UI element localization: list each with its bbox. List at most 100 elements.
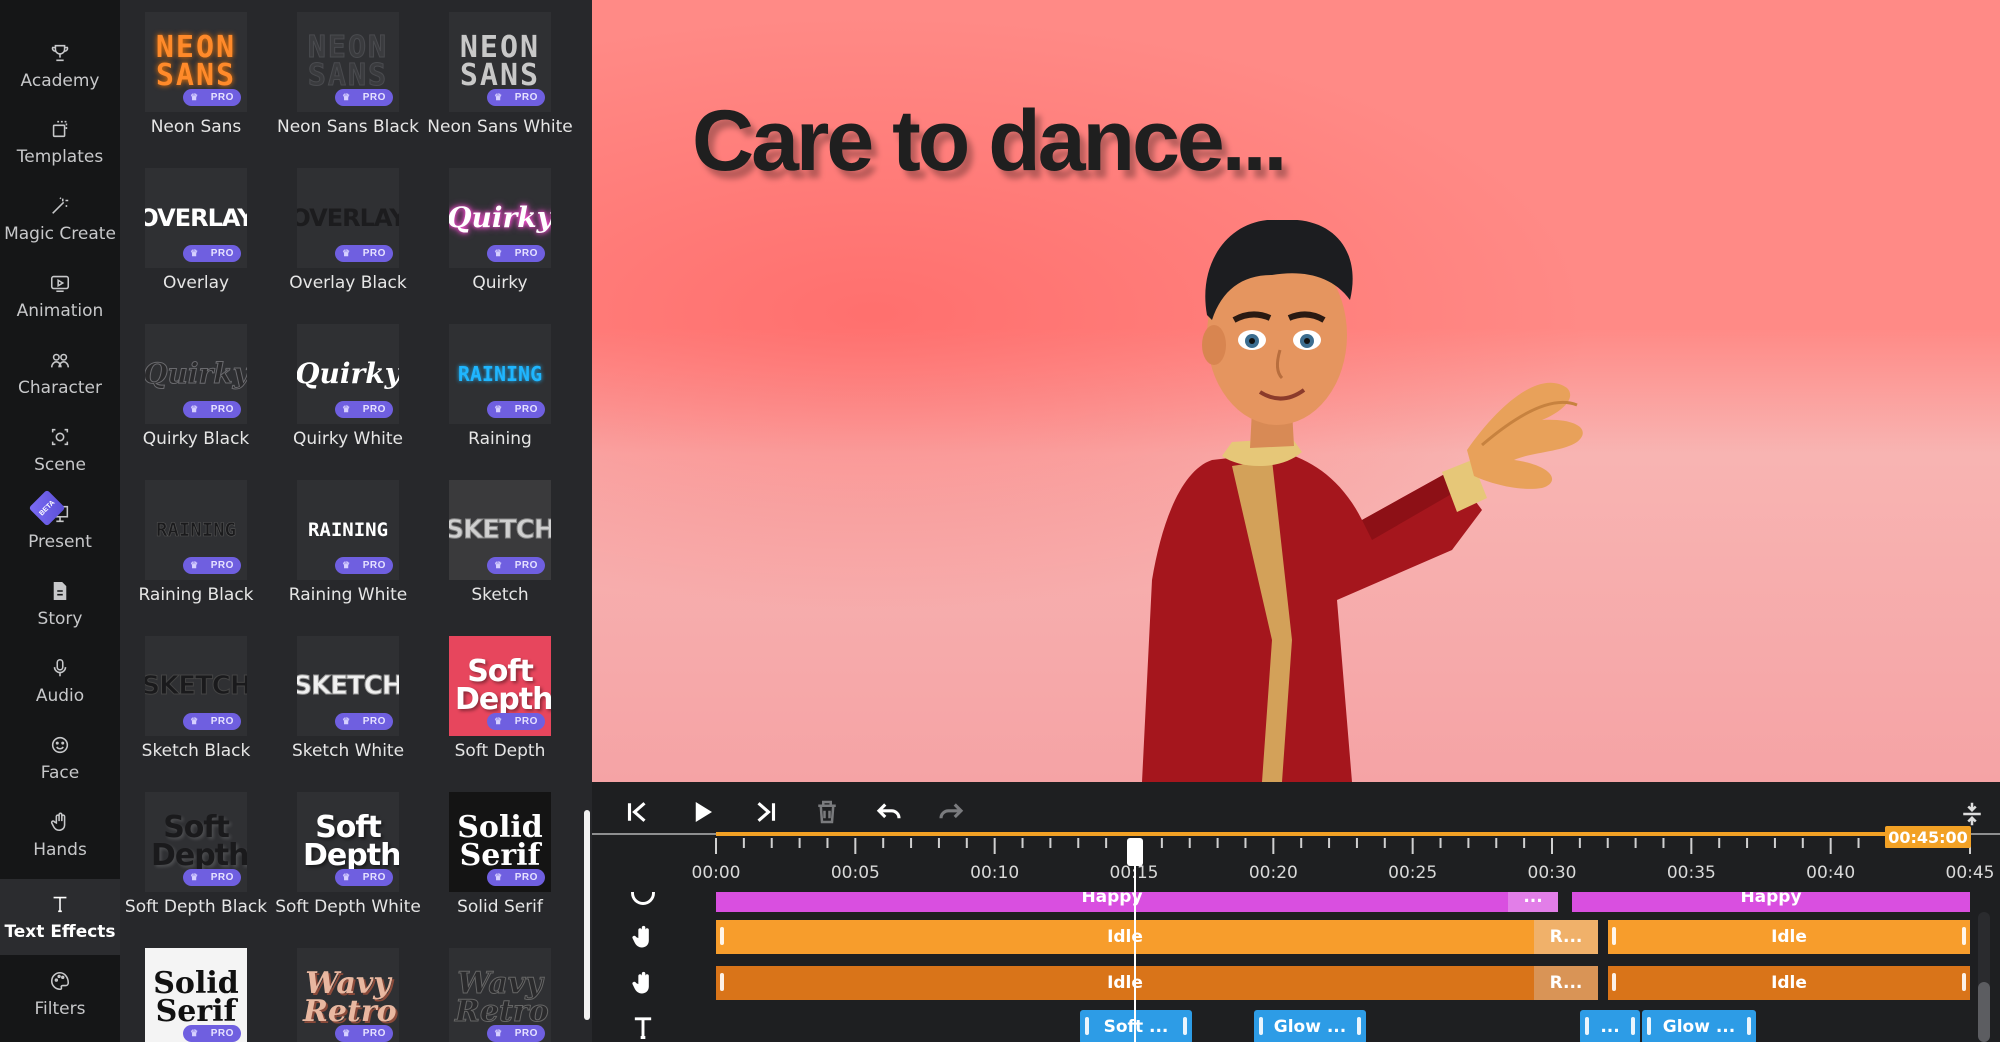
nav-magic-create[interactable]: Magic Create [0,181,120,257]
hand-clip[interactable]: R... [1534,966,1598,1000]
hand-clip[interactable]: R... [1534,920,1598,954]
effect-neon-sans[interactable]: NEON SANS ♛ PRO Neon Sans [120,0,272,156]
nav-story[interactable]: Story [0,566,120,642]
hand-clip[interactable]: Idle [716,920,1534,954]
effect-soft-depth-white[interactable]: Soft Depth ♛ PRO Soft Depth White [272,780,424,936]
effect-soft-depth-black[interactable]: Soft Depth ♛ PRO Soft Depth Black [120,780,272,936]
effect-raining-black[interactable]: RAINING ♛ PRO Raining Black [120,468,272,624]
tick-label: 00:40 [1806,863,1856,883]
effect-raining-white[interactable]: RAINING ♛ PRO Raining White [272,468,424,624]
pro-badge: ♛ PRO [487,89,545,106]
effect-quirky-white[interactable]: Quirky ♛ PRO Quirky White [272,312,424,468]
play-button[interactable] [682,792,722,832]
tick-label: 00:05 [830,863,880,883]
effect-neon-sans-black[interactable]: NEON SANS ♛ PRO Neon Sans Black [272,0,424,156]
nav-scene[interactable]: Scene [0,412,120,488]
effect-label: Quirky [472,273,528,293]
nav-templates[interactable]: Templates [0,104,120,180]
nav-filters[interactable]: Filters [0,956,120,1032]
emotion-track-icon [628,892,658,908]
nav-hands[interactable]: Hands [0,797,120,873]
effect-label: Raining Black [138,585,254,605]
playhead-handle[interactable] [1127,838,1143,866]
emotion-clip[interactable]: ... [1508,892,1558,912]
document-icon [49,580,71,602]
clip-label: Glow ... [1662,1017,1736,1037]
hand-clip[interactable]: Idle [1608,966,1970,1000]
nav-character[interactable]: Character [0,335,120,411]
pro-badge: ♛ PRO [487,869,545,886]
playhead-line[interactable] [1134,838,1136,1042]
effect-soft-depth[interactable]: Soft Depth ♛ PRO Soft Depth [424,624,576,780]
effect-sketch-white[interactable]: SKETCH ♛ PRO Sketch White [272,624,424,780]
scene-canvas[interactable]: Care to dance... [592,0,2000,782]
clip-label: Soft ... [1103,1017,1169,1037]
effect-preview: SKETCH ♛ PRO [145,636,247,736]
text-clip[interactable]: Soft ... [1080,1010,1192,1042]
effect-wavy-retro-black[interactable]: Wavy Retro ♛ PRO [424,936,576,1042]
preview-text: SKETCH [449,514,551,545]
nav-label: Academy [20,70,100,91]
effect-sketch[interactable]: SKETCH ♛ PRO Sketch [424,468,576,624]
effect-preview: Quirky ♛ PRO [297,324,399,424]
pro-badge: ♛ PRO [335,557,393,574]
nav-present[interactable]: BETA Present [0,489,120,565]
palette-icon [49,970,71,992]
preview-text: Quirky [145,356,247,390]
effect-overlay[interactable]: OVERLAY ♛ PRO Overlay [120,156,272,312]
effect-preview: NEON SANS ♛ PRO [297,12,399,112]
effect-neon-sans-white[interactable]: NEON SANS ♛ PRO Neon Sans White [424,0,576,156]
left-hand-track: Idle R... Idle [592,920,2000,954]
redo-button[interactable] [931,792,971,832]
emotion-track: Happy ... Happy [592,892,2000,918]
tick-label: 00:35 [1666,863,1716,883]
nav-face[interactable]: Face [0,720,120,796]
panel-scrollbar[interactable] [584,810,590,1020]
text-clip[interactable]: Glow ... [1254,1010,1366,1042]
nav-animation[interactable]: Animation [0,258,120,334]
trash-icon [818,800,836,824]
text-clip[interactable]: ... [1580,1010,1640,1042]
timeline-scrollbar-thumb[interactable] [1978,982,1990,1042]
emotion-clip[interactable]: Happy [716,892,1508,912]
pro-badge: ♛ PRO [487,1025,545,1042]
nav-text-effects[interactable]: Text Effects [0,879,120,955]
effect-label: Quirky White [292,429,403,449]
effect-preview: Solid Serif ♛ PRO [449,792,551,892]
collapse-icon [1963,802,1981,826]
nav-academy[interactable]: Academy [0,28,120,104]
effect-solid-serif-alt[interactable]: Solid Serif ♛ PRO [120,936,272,1042]
effect-quirky-black[interactable]: Quirky ♛ PRO Quirky Black [120,312,272,468]
skip-to-end-button[interactable] [746,792,786,832]
animated-character[interactable] [1122,220,1592,782]
pro-badge: ♛ PRO [183,401,241,418]
effect-quirky[interactable]: Quirky ♛ PRO Quirky [424,156,576,312]
text-clip[interactable]: Glow ... [1642,1010,1756,1042]
text-t-icon [634,1017,652,1039]
text-t-icon [49,893,71,915]
skip-to-start-button[interactable] [617,792,657,832]
hand-clip[interactable]: Idle [716,966,1534,1000]
right-hand-track: Idle R... Idle [592,966,2000,1000]
effect-raining[interactable]: RAINING ♛ PRO Raining [424,312,576,468]
preview-text: Soft Depth [455,653,551,717]
clip-label: Idle [1771,927,1807,947]
delete-button[interactable] [807,792,847,832]
effect-solid-serif[interactable]: Solid Serif ♛ PRO Solid Serif [424,780,576,936]
effect-overlay-black[interactable]: OVERLAY ♛ PRO Overlay Black [272,156,424,312]
pro-badge: ♛ PRO [487,245,545,262]
emotion-clip[interactable]: Happy [1572,892,1970,912]
effect-wavy-retro[interactable]: Wavy Retro ♛ PRO [272,936,424,1042]
effect-sketch-black[interactable]: SKETCH ♛ PRO Sketch Black [120,624,272,780]
preview-text: Wavy Retro [455,965,550,1029]
tick-label: 00:00 [691,863,741,883]
nav-audio[interactable]: Audio [0,643,120,719]
clip-label: R... [1549,927,1583,947]
time-ruler[interactable] [592,832,2000,892]
hand-clip[interactable]: Idle [1608,920,1970,954]
pro-badge: ♛ PRO [183,89,241,106]
undo-button[interactable] [869,792,909,832]
pro-badge: ♛ PRO [335,713,393,730]
end-time-marker[interactable]: 00:45:00 [1885,826,1971,848]
stage-text-overlay[interactable]: Care to dance... [692,92,1287,191]
